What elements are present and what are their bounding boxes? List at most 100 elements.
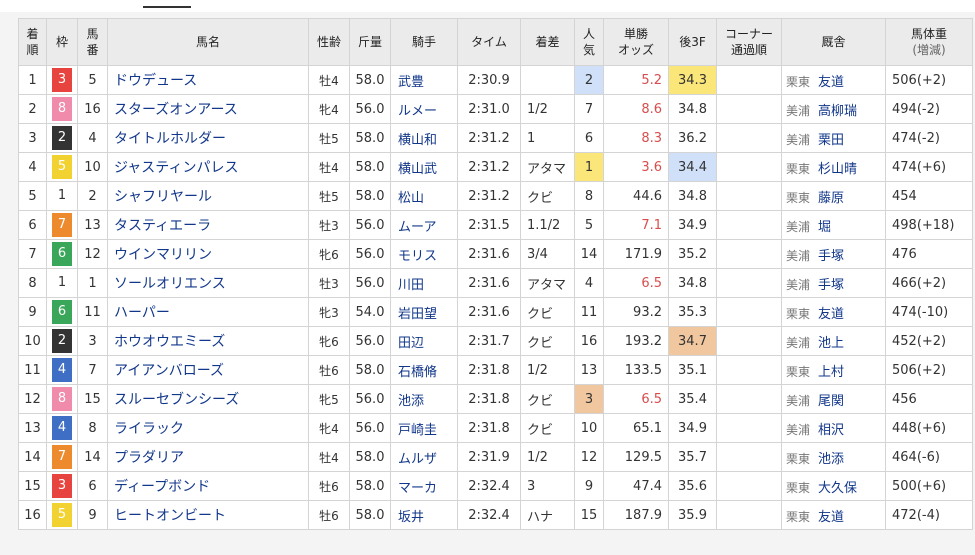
odds-cell: 6.5 (603, 384, 669, 414)
bodyweight-cell: 466(+2) (885, 268, 973, 298)
horse-name-link[interactable]: ホウオウエミーズ (107, 326, 309, 356)
trainer-link[interactable]: 友道 (818, 510, 844, 525)
trainer-link[interactable]: 高柳瑞 (818, 104, 857, 119)
trainer-link[interactable]: 友道 (818, 75, 844, 90)
horse-name-link[interactable]: ドウデュース (107, 65, 309, 95)
jockey-link[interactable]: 川田 (390, 268, 458, 298)
horse-number-cell: 14 (77, 442, 108, 472)
table-row: 8 1 1 ソールオリエンス 牡3 56.0 川田 2:31.6 アタマ 4 6.5 34.8 美浦 手塚… (18, 268, 973, 298)
jockey-link[interactable]: 武豊 (390, 65, 458, 95)
horse-name-link[interactable]: ジャスティンパレス (107, 152, 309, 182)
header-pop-l1: 人 (582, 27, 595, 41)
time-cell: 2:31.2 (457, 123, 521, 153)
trainer-link[interactable]: 杉山晴 (818, 162, 857, 177)
time-cell: 2:32.4 (457, 471, 521, 501)
jockey-link[interactable]: ルメー (390, 94, 458, 124)
frame-cell: 1 (46, 181, 78, 211)
margin-cell: アタマ (520, 152, 575, 182)
frame-badge: 4 (52, 416, 72, 440)
jockey-link[interactable]: 池添 (390, 384, 458, 414)
horse-name-link[interactable]: プラダリア (107, 442, 309, 472)
horse-name-link[interactable]: ライラック (107, 413, 309, 443)
header-frame: 枠 (46, 18, 78, 66)
jockey-link[interactable]: 岩田望 (390, 297, 458, 327)
horse-name-link[interactable]: スルーセブンシーズ (107, 384, 309, 414)
weight-cell: 56.0 (349, 210, 391, 240)
bodyweight-cell: 472(-4) (885, 500, 973, 530)
trainer-link[interactable]: 大久保 (818, 481, 857, 496)
horse-number-cell: 2 (77, 181, 108, 211)
bodyweight-cell: 454 (885, 181, 973, 211)
jockey-link[interactable]: 横山和 (390, 123, 458, 153)
rank-cell: 12 (18, 384, 47, 414)
horse-name-link[interactable]: タイトルホルダー (107, 123, 309, 153)
corner-cell (716, 471, 782, 501)
horse-name-link[interactable]: ヒートオンビート (107, 500, 309, 530)
jockey-link[interactable]: ムーア (390, 210, 458, 240)
horse-name-link[interactable]: タスティエーラ (107, 210, 309, 240)
frame-cell: 4 (46, 355, 78, 385)
sex-age-cell: 牡4 (308, 152, 350, 182)
jockey-link[interactable]: 戸崎圭 (390, 413, 458, 443)
header-last3f: 後3F (668, 18, 717, 66)
horse-name-link[interactable]: スターズオンアース (107, 94, 309, 124)
jockey-link[interactable]: 田辺 (390, 326, 458, 356)
trainer-cell: 栗東 友道 (781, 65, 886, 95)
trainer-region: 美浦 (786, 335, 811, 350)
frame-cell: 3 (46, 471, 78, 501)
jockey-link[interactable]: モリス (390, 239, 458, 269)
trainer-link[interactable]: 堀 (818, 220, 831, 235)
table-row: 1 3 5 ドウデュース 牡4 58.0 武豊 2:30.9 2 5.2 34.3 栗東 友道 506(+… (18, 65, 973, 95)
horse-name-link[interactable]: シャフリヤール (107, 181, 309, 211)
trainer-link[interactable]: 池添 (818, 452, 844, 467)
trainer-link[interactable]: 友道 (818, 307, 844, 322)
table-row: 7 6 12 ウインマリリン 牝6 56.0 モリス 2:31.6 3/4 14 171.9 35.2… (18, 239, 973, 269)
trainer-cell: 栗東 上村 (781, 355, 886, 385)
weight-cell: 58.0 (349, 123, 391, 153)
frame-cell: 4 (46, 413, 78, 443)
sex-age-cell: 牝4 (308, 413, 350, 443)
rank-cell: 6 (18, 210, 47, 240)
trainer-region: 栗東 (786, 161, 811, 176)
rank-cell: 10 (18, 326, 47, 356)
jockey-link[interactable]: ムルザ (390, 442, 458, 472)
trainer-region: 美浦 (786, 277, 811, 292)
horse-name-link[interactable]: ディープボンド (107, 471, 309, 501)
header-num: 馬番 (77, 18, 108, 66)
weight-cell: 58.0 (349, 442, 391, 472)
sex-age-cell: 牡6 (308, 355, 350, 385)
time-cell: 2:31.8 (457, 355, 521, 385)
bodyweight-cell: 456 (885, 384, 973, 414)
corner-cell (716, 65, 782, 95)
trainer-link[interactable]: 手塚 (818, 249, 844, 264)
frame-badge: 8 (52, 97, 72, 121)
horse-name-link[interactable]: ウインマリリン (107, 239, 309, 269)
jockey-link[interactable]: 横山武 (390, 152, 458, 182)
jockey-link[interactable]: マーカ (390, 471, 458, 501)
trainer-link[interactable]: 尾関 (818, 394, 844, 409)
jockey-link[interactable]: 松山 (390, 181, 458, 211)
trainer-link[interactable]: 上村 (818, 365, 844, 380)
race-results-table: 着順 枠 馬番 馬名 性齢 斤量 騎手 タイム 着差 人気 単勝 オッズ 後3F … (18, 18, 973, 530)
trainer-link[interactable]: 相沢 (818, 423, 844, 438)
frame-badge: 1 (52, 184, 72, 208)
trainer-link[interactable]: 栗田 (818, 133, 844, 148)
horse-name-link[interactable]: ハーパー (107, 297, 309, 327)
trainer-link[interactable]: 藤原 (818, 191, 844, 206)
sex-age-cell: 牡4 (308, 65, 350, 95)
bodyweight-cell: 506(+2) (885, 65, 973, 95)
horse-name-link[interactable]: アイアンバローズ (107, 355, 309, 385)
horse-name-link[interactable]: ソールオリエンス (107, 268, 309, 298)
rank-cell: 5 (18, 181, 47, 211)
popularity-cell: 16 (574, 326, 604, 356)
rank-cell: 3 (18, 123, 47, 153)
header-num-l1: 馬 (86, 27, 99, 41)
jockey-link[interactable]: 石橋脩 (390, 355, 458, 385)
trainer-region: 美浦 (786, 422, 811, 437)
trainer-link[interactable]: 手塚 (818, 278, 844, 293)
frame-cell: 8 (46, 94, 78, 124)
table-row: 15 3 6 ディープボンド 牡6 58.0 マーカ 2:32.4 3 9 47.4 35.6 栗東 大久… (18, 471, 973, 501)
jockey-link[interactable]: 坂井 (390, 500, 458, 530)
trainer-link[interactable]: 池上 (818, 336, 844, 351)
weight-cell: 56.0 (349, 268, 391, 298)
